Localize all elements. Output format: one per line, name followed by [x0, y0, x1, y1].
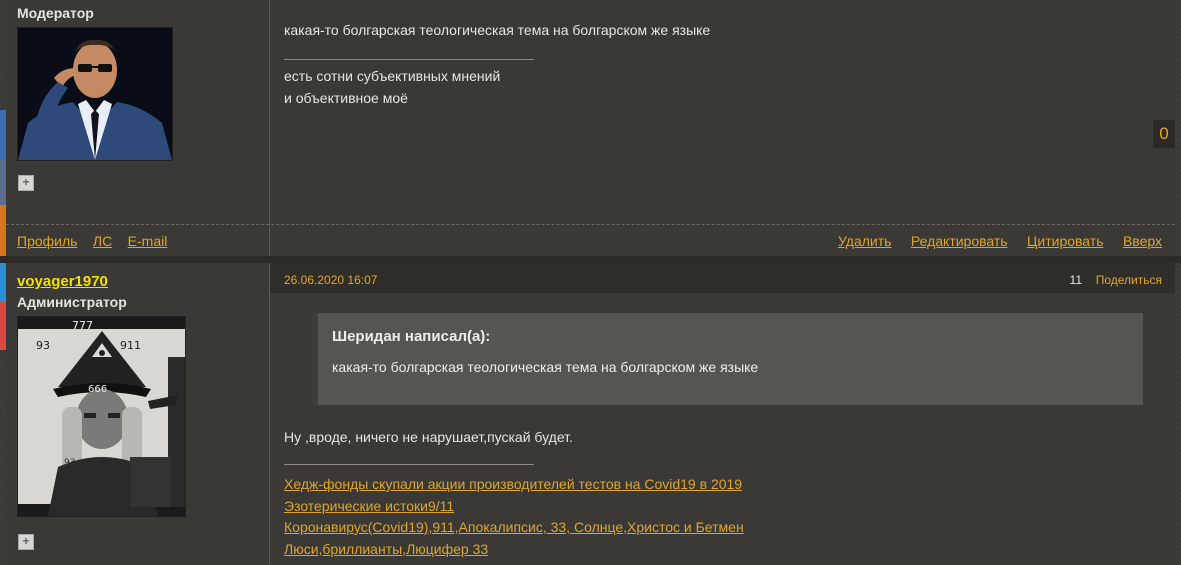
signature-line: есть сотни субъективных мнений: [284, 68, 501, 84]
post-content: какая-то болгарская теологическая тема н…: [270, 0, 1175, 256]
post-content: 26.06.2020 16:07 11 Поделиться Шеридан н…: [270, 263, 1175, 565]
post-separator: [0, 256, 1181, 263]
quote-text: какая-то болгарская теологическая тема н…: [332, 359, 759, 375]
post-footer: Профиль ЛС E-mail Удалить Редактировать …: [6, 224, 1175, 257]
quote-block: Шеридан написал(а): какая-то болгарская …: [312, 313, 1143, 405]
expand-profile-button[interactable]: +: [18, 175, 34, 191]
avatar[interactable]: [17, 27, 173, 161]
svg-text:93: 93: [36, 339, 50, 352]
post-message: Ну ,вроде, ничего не нарушает,пускай буд…: [284, 429, 573, 445]
svg-text:777: 777: [72, 319, 93, 332]
quote-author: Шеридан написал(а):: [332, 328, 491, 345]
share-link[interactable]: Поделиться: [1096, 273, 1162, 287]
post-date[interactable]: 26.06.2020 16:07: [284, 273, 377, 287]
email-link[interactable]: E-mail: [128, 233, 168, 249]
to-top-link[interactable]: Вверх: [1123, 233, 1162, 249]
post-author-panel: Модератор +: [6, 0, 270, 256]
avatar-image: 93 777 911 666 93: [18, 317, 185, 516]
signature-link[interactable]: Хедж-фонды скупали акции производителей …: [284, 474, 744, 496]
forum-post: Модератор + какая-то болгарская теологич…: [6, 0, 1175, 256]
quote-link[interactable]: Цитировать: [1027, 233, 1103, 249]
post-author-panel: voyager1970 Администратор 93 777 911 666…: [6, 263, 270, 565]
edit-link[interactable]: Редактировать: [911, 233, 1008, 249]
post-message: какая-то болгарская теологическая тема н…: [284, 22, 711, 38]
username-link[interactable]: voyager1970: [17, 273, 108, 290]
forum-post: voyager1970 Администратор 93 777 911 666…: [6, 263, 1175, 565]
user-role: Администратор: [17, 294, 127, 310]
post-rating[interactable]: 0: [1153, 120, 1175, 148]
svg-text:93: 93: [64, 458, 75, 468]
footer-left-links: Профиль ЛС E-mail: [17, 233, 178, 251]
user-role: Модератор: [17, 5, 94, 21]
svg-text:666: 666: [88, 384, 107, 395]
avatar[interactable]: 93 777 911 666 93: [17, 316, 186, 517]
post-number: 11: [1069, 273, 1082, 287]
signature-line: и объективное моё: [284, 90, 408, 106]
signature-divider: [284, 59, 534, 60]
forum-page: Модератор + какая-то болгарская теологич…: [0, 0, 1181, 565]
signature-link[interactable]: Эзотерические истоки9/11: [284, 496, 744, 518]
signature-links: Хедж-фонды скупали акции производителей …: [284, 474, 744, 560]
signature-link[interactable]: Люси,бриллианты,Люцифер 33: [284, 539, 744, 561]
avatar-image: [18, 28, 172, 160]
profile-link[interactable]: Профиль: [17, 233, 77, 249]
private-message-link[interactable]: ЛС: [93, 233, 112, 249]
post-header: 26.06.2020 16:07 11 Поделиться: [270, 263, 1175, 293]
signature-link[interactable]: Коронавирус(Covid19),911,Апокалипсис, 33…: [284, 517, 744, 539]
delete-link[interactable]: Удалить: [838, 233, 891, 249]
svg-text:911: 911: [120, 339, 141, 352]
expand-profile-button[interactable]: +: [18, 534, 34, 550]
signature-divider: [284, 464, 534, 465]
footer-right-links: Удалить Редактировать Цитировать Вверх: [823, 233, 1162, 251]
